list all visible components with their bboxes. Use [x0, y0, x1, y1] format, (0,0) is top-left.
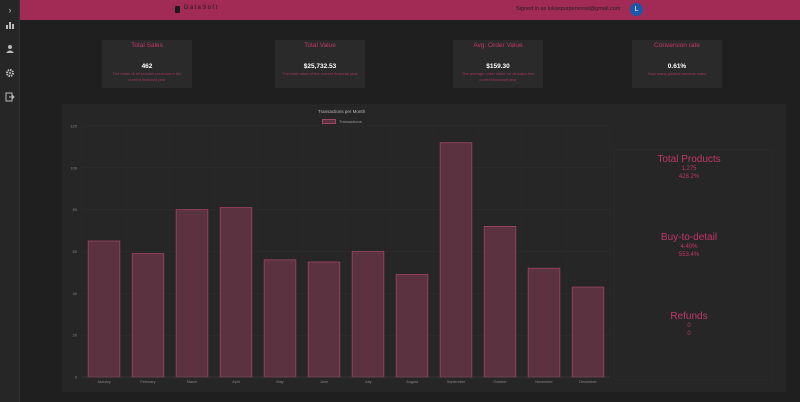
card-title: Avg. Order Value: [473, 42, 523, 49]
bar: [131, 253, 165, 378]
chart-panel: 0 20 40 60 80 100 120 January February March April…: [62, 104, 786, 392]
bar: [87, 240, 121, 378]
stat-value: 1,275: [681, 166, 697, 172]
y-tick-label: 120: [70, 124, 77, 129]
card-total-value: Total Value $25,732.53 The total value o…: [275, 40, 365, 88]
bar: [175, 209, 209, 378]
bar-chart-icon[interactable]: [4, 20, 16, 32]
brand-name: DataSoft: [184, 5, 219, 11]
top-bar: DataSoft Signed in as lukaspurpersonal@g…: [20, 0, 800, 20]
x-tick-label: March: [187, 380, 198, 384]
stat-percent: 0: [687, 331, 691, 337]
bar: [571, 286, 605, 378]
stat-title: Refunds: [670, 311, 708, 322]
bar: [395, 274, 429, 378]
bar: [439, 142, 473, 378]
stat-buy-to-detail: Buy-to-detail 4.40% 553.4%: [614, 232, 764, 259]
card-title: Conversion rate: [654, 42, 700, 49]
x-tick-label: May: [276, 380, 283, 384]
y-tick-label: 80: [73, 207, 78, 212]
gear-icon[interactable]: [4, 68, 16, 80]
bar: [263, 259, 297, 378]
x-tick-label: November: [535, 380, 553, 384]
stat-refunds: Refunds 0 0: [614, 311, 764, 338]
stat-percent: 428.2%: [678, 174, 700, 180]
x-tick-label: August: [406, 380, 419, 384]
stat-title: Buy-to-detail: [660, 232, 718, 243]
brand-logo-icon: [175, 6, 180, 13]
card-conversion-rate: Conversion rate 0.61% How many pitches b…: [632, 40, 722, 88]
avatar[interactable]: L: [630, 3, 643, 16]
legend-label: Transactions: [339, 119, 362, 124]
stat-title: Total Products: [657, 154, 721, 165]
logout-icon[interactable]: [4, 92, 16, 104]
legend-swatch[interactable]: [322, 119, 336, 124]
sidebar: ›: [0, 0, 20, 402]
bar: [351, 251, 385, 378]
card-desc: The average order value for all sales th…: [461, 71, 535, 82]
card-title: Total Sales: [131, 42, 163, 49]
card-value: $159.30: [486, 63, 510, 70]
stats-frame: [613, 149, 773, 381]
stat-value: 0: [687, 323, 691, 329]
y-tick-label: 60: [73, 249, 78, 254]
chevron-right-icon[interactable]: ›: [4, 4, 16, 16]
stat-total-products: Total Products 1,275 428.2%: [614, 154, 764, 181]
x-tick-label: April: [232, 380, 240, 384]
chart-title: Transactions per Month: [318, 109, 366, 114]
bar: [527, 267, 561, 378]
card-title: Total Value: [304, 42, 336, 49]
x-tick-label: February: [140, 380, 155, 384]
x-tick-label: June: [320, 380, 328, 384]
user-icon[interactable]: [4, 44, 16, 56]
card-desc: How many pitches become sales: [647, 71, 707, 76]
card-avg-order-value: Avg. Order Value $159.30 The average ord…: [453, 40, 543, 88]
x-tick-label: July: [365, 380, 372, 384]
card-value: 462: [141, 63, 153, 70]
card-total-sales: Total Sales 462 The totals of all produc…: [102, 40, 192, 88]
y-tick-label: 100: [70, 165, 77, 170]
card-value: $25,732.53: [303, 63, 337, 70]
y-tick-label: 20: [73, 333, 78, 338]
card-desc: The total value of the current financial…: [282, 71, 358, 76]
x-tick-label: September: [447, 380, 466, 384]
card-value: 0.61%: [667, 63, 687, 70]
x-tick-label: December: [579, 380, 597, 384]
card-desc: The totals of all product products in th…: [112, 71, 182, 82]
x-tick-label: October: [493, 380, 507, 384]
stat-percent: 553.4%: [678, 252, 700, 258]
y-tick-label: 0: [75, 375, 78, 380]
stat-value: 4.40%: [680, 244, 698, 250]
signed-in-text: Signed in as lukaspurpersonal@gmail.com: [516, 6, 621, 12]
bar: [483, 226, 517, 378]
y-tick-label: 40: [73, 291, 78, 296]
bar: [219, 207, 253, 378]
bar: [307, 261, 341, 378]
x-tick-label: January: [97, 380, 111, 384]
